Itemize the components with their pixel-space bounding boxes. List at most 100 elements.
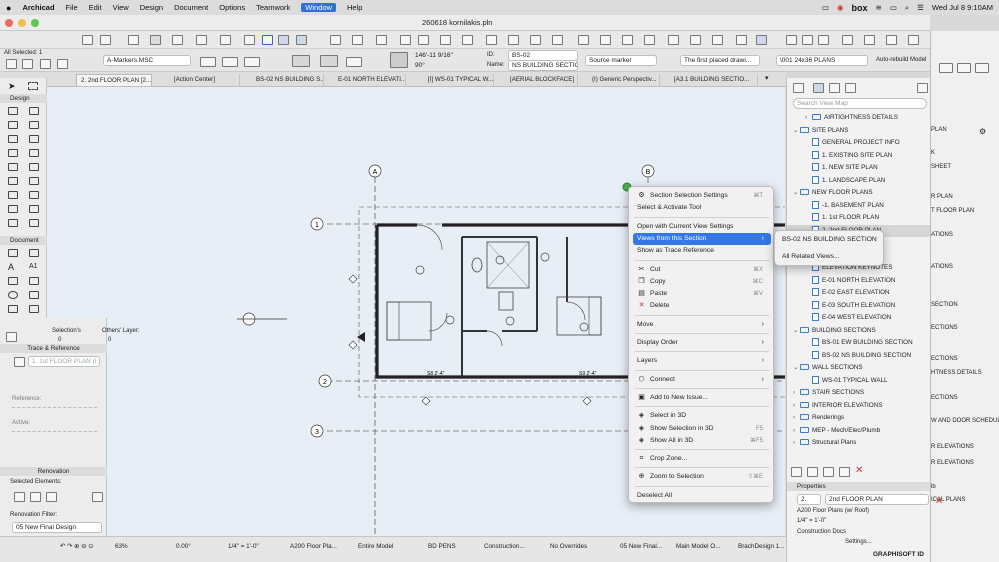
curtain-wall-tool-icon[interactable] [29,177,39,185]
background-list-item[interactable]: PLAN [931,127,947,133]
trace-toggle-icon[interactable] [14,357,25,367]
view-map-item[interactable]: GENERAL PROJECT INFO [787,137,933,149]
property-docs[interactable]: Construction Docs [797,529,846,535]
toolbar-button-icon[interactable] [128,35,139,45]
search-icon[interactable]: ⌕ [905,3,909,13]
roof-tool-icon[interactable] [8,163,18,171]
menu-edit[interactable]: Edit [89,3,102,12]
line-tool-icon[interactable] [29,277,39,285]
view-map-item[interactable]: E-04 WEST ELEVATION [787,312,933,324]
door-tool-icon[interactable] [29,107,39,115]
menu-item-move[interactable]: Move › [633,319,771,331]
beam-tool-icon[interactable] [29,135,39,143]
view-map-item[interactable]: ⌄ BUILDING SECTIONS [787,325,933,337]
menu-item-paste[interactable]: ▤ Paste ⌘V [633,288,771,300]
text-tool-icon[interactable]: A [8,263,18,272]
geometry-icon[interactable] [292,55,310,67]
reference-select[interactable]: 1. 1st FLOOR PLAN (I... [28,356,100,367]
view-map-item[interactable]: 1. EXISTING SITE PLAN [787,150,933,162]
chevron-icon[interactable]: › [793,387,800,399]
view-map-item[interactable]: BS-01 EW BUILDING SECTION [787,337,933,349]
chevron-icon[interactable]: › [793,412,800,424]
rotate-icon[interactable] [57,59,68,69]
label-tool-icon[interactable]: A1 [29,263,39,271]
morph-tool-icon[interactable] [8,191,18,199]
background-list-item[interactable]: K [931,150,935,156]
model-view-options[interactable]: Main Model O... [676,543,720,550]
publisher-icon[interactable] [845,83,856,93]
background-list-item[interactable]: ATIONS [931,264,953,270]
menu-help[interactable]: Help [347,3,362,12]
menu-app-archicad[interactable]: Archicad [22,3,54,12]
toolbar-button-icon[interactable] [440,35,451,45]
menu-item-display-order[interactable]: Display Order › [633,337,771,349]
toolbar-button-icon[interactable] [244,35,255,45]
fill-tool-icon[interactable] [8,277,18,285]
submenu-all-related-views[interactable]: All Related Views... [778,251,880,263]
new-view-icon[interactable] [791,467,802,477]
toolbox-design-header[interactable]: Design [0,94,47,103]
background-list-item[interactable]: SHEET [931,164,951,170]
menu-document[interactable]: Document [174,3,208,12]
geometry-icon[interactable] [346,57,362,67]
trace-reference-header[interactable]: Trace & Reference [0,344,107,353]
toolbar-button-icon[interactable] [939,63,953,73]
delete-view-icon[interactable]: ✕ [855,465,863,476]
model-view[interactable]: Entire Model [358,543,393,550]
layer-icon[interactable] [40,59,51,69]
control-center-icon[interactable]: ☰ [917,3,924,12]
toolbar-button-icon[interactable] [278,35,289,45]
chevron-icon[interactable]: › [805,112,812,124]
property-name-field[interactable]: 2nd FLOOR PLAN [825,494,929,505]
menu-item-show-all-in-3d[interactable]: ◈ Show All in 3D ⌘F5 [633,435,771,447]
view-map-item[interactable]: › INTERIOR ELEVATIONS [787,400,933,412]
undo-icon[interactable]: ↶ ↷ ⊕ ⊖ ⊙ [60,543,93,550]
chevron-icon[interactable]: ⌄ [793,362,800,374]
dimension-tool-icon[interactable] [8,249,18,257]
toolbox-document-header[interactable]: Document [0,236,47,245]
view-map-item[interactable]: ⌄ SITE PLANS [787,125,933,137]
box-logo[interactable]: box [852,3,868,13]
minimize-window-button[interactable] [18,18,26,27]
view-map-item[interactable]: WS-01 TYPICAL WALL [787,375,933,387]
menu-teamwork[interactable]: Teamwork [256,3,290,12]
zone-tool-icon[interactable] [8,205,18,213]
view-map-item[interactable]: ⌄ NEW FLOOR PLANS [787,187,933,199]
toolbar-button-icon[interactable] [690,35,701,45]
angle-value[interactable]: 0.00° [176,543,191,550]
toolbar-button-icon[interactable] [262,35,273,45]
layer-field[interactable]: A-Markers.MSC [103,55,191,66]
slab-tool-icon[interactable] [8,135,18,143]
wifi-icon[interactable]: ≋ [876,3,882,12]
menu-item-show-selection-in-3d[interactable]: ◈ Show Selection in 3D F5 [633,423,771,435]
toolbar-button-icon[interactable] [486,35,497,45]
reference-slider[interactable] [12,407,97,412]
background-list-item[interactable]: lb [931,484,936,490]
column-tool-icon[interactable] [29,121,39,129]
marker-type-icon[interactable] [222,57,238,67]
battery-icon[interactable]: ▭ [890,3,897,12]
toolbar-button-icon[interactable] [552,35,563,45]
menu-item-section-selection-settings[interactable]: ⚙ Section Selection Settings ⌘T [633,190,771,202]
opening-tool-icon[interactable] [29,219,39,227]
source-marker-select[interactable]: Source marker [585,55,657,66]
chevron-icon[interactable]: › [793,400,800,412]
menu-item-zoom-to-selection[interactable]: ⊕ Zoom to Selection ⇧⌘E [633,471,771,483]
layer-status[interactable]: Construction... [484,543,525,550]
settings-button[interactable]: Settings... [845,539,872,545]
scale-value[interactable]: 1/4" = 1'-0" [228,543,259,550]
demolish-icon[interactable] [30,492,41,502]
tab-bs02[interactable]: BS-02 NS BUILDING S... [252,74,324,86]
background-list-item[interactable]: ECTIONS [931,395,958,401]
background-list-item[interactable]: R ELEVATIONS [931,460,974,466]
name-field[interactable]: NS BUILDING SECTION [508,60,578,71]
skylight-tool-icon[interactable] [8,177,18,185]
menu-view[interactable]: View [113,3,129,12]
view-map-item[interactable]: ⌄ WALL SECTIONS [787,362,933,374]
toolbar-button-icon[interactable] [864,35,875,45]
tab-2nd-floor-plan[interactable]: 2. 2nd FLOOR PLAN [2... [76,74,152,86]
menu-file[interactable]: File [66,3,78,12]
view-map-item[interactable]: BS-02 NS BUILDING SECTION [787,350,933,362]
toolbar-button-icon[interactable] [100,35,111,45]
chevron-icon[interactable]: ⌄ [793,325,800,337]
